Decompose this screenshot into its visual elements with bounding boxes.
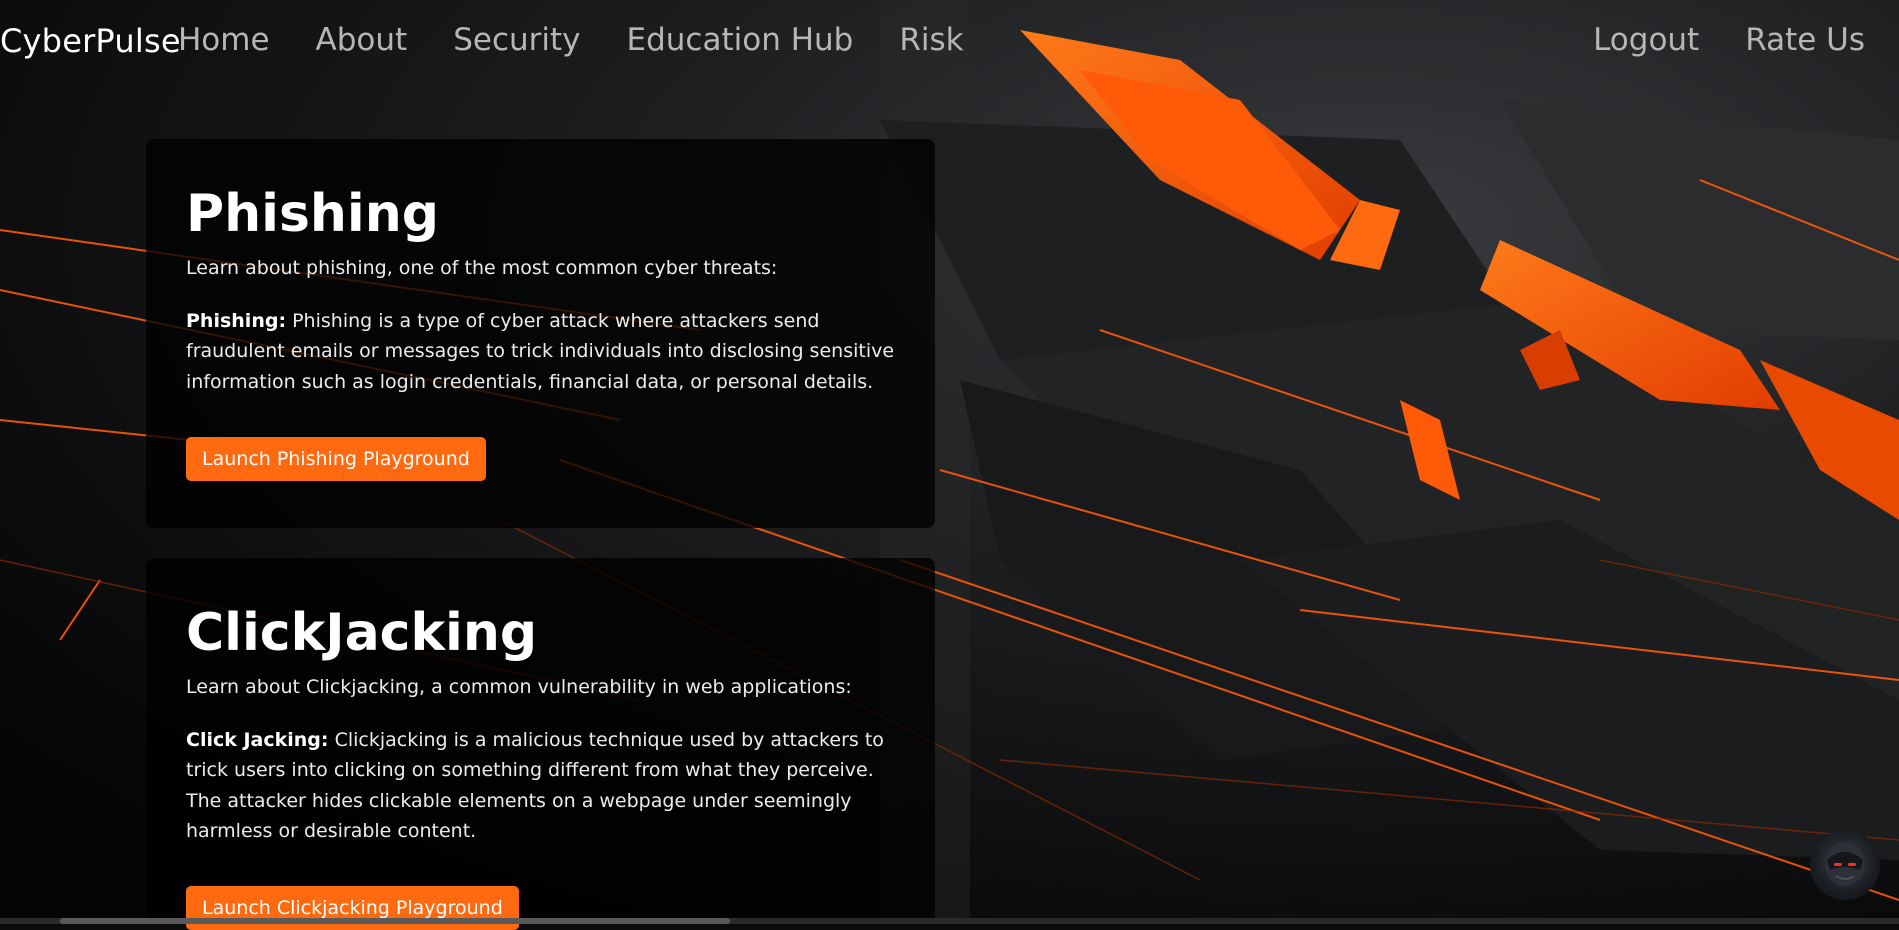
launch-phishing-playground-button[interactable]: Launch Phishing Playground <box>186 436 486 481</box>
scrollbar-thumb[interactable] <box>60 918 730 924</box>
term-label: Phishing: <box>186 309 287 332</box>
section-description: Phishing: Phishing is a type of cyber at… <box>186 306 906 397</box>
nav-left-links: Home About Security Education Hub Risk <box>178 22 964 58</box>
section-title: ClickJacking <box>186 603 538 663</box>
section-title: Phishing <box>186 184 439 244</box>
term-label: Click Jacking: <box>186 728 329 751</box>
brand-logo-text[interactable]: CyberPulse <box>0 22 181 60</box>
section-intro: Learn about phishing, one of the most co… <box>186 257 778 280</box>
section-description: Click Jacking: Clickjacking is a malicio… <box>186 725 906 847</box>
nav-link-rate-us[interactable]: Rate Us <box>1745 22 1865 58</box>
nav-link-logout[interactable]: Logout <box>1593 22 1699 58</box>
term-definition: Phishing is a type of cyber attack where… <box>186 309 895 393</box>
nav-link-security[interactable]: Security <box>453 22 580 58</box>
phishing-section: Phishing Learn about phishing, one of th… <box>186 184 906 481</box>
top-navbar: CyberPulse Home About Security Education… <box>0 0 1899 90</box>
section-intro: Learn about Clickjacking, a common vulne… <box>186 676 852 699</box>
nav-link-education-hub[interactable]: Education Hub <box>627 22 854 58</box>
horizontal-scrollbar[interactable] <box>0 918 1899 924</box>
nav-right-links: Logout Rate Us <box>1593 22 1865 58</box>
robot-avatar-icon[interactable] <box>1810 830 1880 900</box>
nav-link-home[interactable]: Home <box>178 22 270 58</box>
nav-link-about[interactable]: About <box>316 22 408 58</box>
nav-link-risk[interactable]: Risk <box>899 22 963 58</box>
clickjacking-section: ClickJacking Learn about Clickjacking, a… <box>186 603 906 930</box>
